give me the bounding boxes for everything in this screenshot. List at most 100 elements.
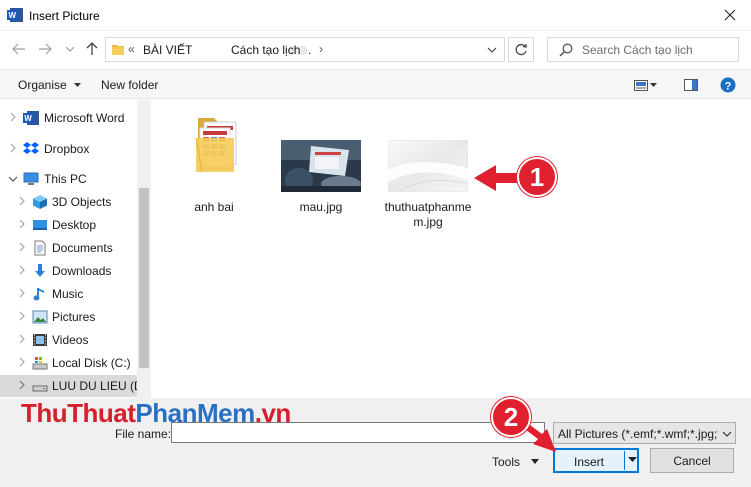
view-options-button[interactable] [648, 76, 658, 94]
command-toolbar: Organise New folder ? [0, 69, 751, 99]
preview-pane-button[interactable] [682, 76, 700, 94]
breadcrumb-dot: . [308, 43, 312, 57]
nav-item-local-disk-c[interactable]: Local Disk (C:) [0, 352, 137, 374]
refresh-icon [515, 43, 527, 55]
nav-item-documents[interactable]: Documents [0, 237, 137, 259]
callout-badge-2: 2 [491, 397, 531, 437]
refresh-button[interactable] [508, 37, 534, 62]
folder-icon [195, 118, 237, 172]
desktop-icon [33, 220, 47, 230]
file-name: thuthuatphanmem.jpg [384, 200, 472, 229]
download-icon [35, 264, 45, 277]
chevron-right-icon[interactable] [18, 334, 26, 344]
file-type-filter-value: All Pictures (*.emf;*.wmf;*.jpg;*.j [558, 427, 718, 441]
nav-item-3d-objects[interactable]: 3D Objects [0, 191, 137, 213]
chevron-right-icon[interactable] [18, 311, 26, 321]
caret-down-icon[interactable] [628, 456, 637, 464]
breadcrumb-bai-viet[interactable]: BÀI VIẾT [143, 43, 192, 57]
nav-label: Downloads [52, 264, 112, 278]
watermark-part-1: ThuThuat [21, 398, 136, 428]
chevron-down-icon [65, 46, 75, 52]
drive-icon [32, 357, 48, 370]
arrow-right-icon [39, 43, 52, 55]
videos-icon [33, 334, 47, 346]
watermark-part-2: PhanMem [135, 398, 255, 428]
3d-objects-icon [33, 195, 47, 209]
pictures-icon [32, 310, 48, 324]
search-box[interactable] [547, 37, 739, 62]
nav-item-this-pc[interactable]: This PC [0, 168, 137, 190]
new-folder-button[interactable]: New folder [101, 78, 158, 92]
file-name-label: File name: [115, 427, 172, 441]
caret-down-icon[interactable] [530, 458, 540, 466]
chevron-right-icon[interactable] [9, 112, 17, 122]
nav-label: Documents [52, 241, 113, 255]
nav-item-music[interactable]: Music [0, 283, 137, 305]
organise-label: Organise [18, 78, 67, 92]
cancel-button[interactable]: Cancel [650, 448, 734, 473]
close-icon [724, 9, 736, 21]
title-bar: W Insert Picture [0, 0, 751, 31]
chevron-right-icon[interactable] [18, 357, 26, 367]
svg-text:W: W [24, 114, 32, 123]
nav-label: Local Disk (C:) [52, 356, 131, 370]
chevron-right-icon[interactable] [9, 143, 17, 153]
address-bar[interactable]: « BÀI VIẾT . › Cách tạo lịch [105, 37, 505, 62]
nav-item-microsoft-word[interactable]: W Microsoft Word [0, 107, 137, 129]
search-input[interactable] [582, 41, 732, 59]
address-overflow[interactable]: « [128, 42, 135, 56]
folder-icon [112, 45, 124, 55]
nav-item-desktop[interactable]: Desktop [0, 214, 137, 236]
split-divider [624, 451, 625, 470]
navigation-row: « BÀI VIẾT . › Cách tạo lịch [0, 33, 751, 65]
chevron-right-icon[interactable] [18, 288, 26, 298]
scrollbar-thumb[interactable] [139, 188, 149, 368]
nav-label: LUU DU LIEU (D: [52, 379, 147, 393]
chevron-right-icon[interactable] [18, 242, 26, 252]
computer-icon [23, 172, 39, 185]
chevron-right-icon[interactable] [18, 219, 26, 229]
chevron-down-icon[interactable] [486, 44, 498, 56]
caret-down-icon [74, 83, 82, 88]
search-icon [559, 43, 573, 57]
nav-item-dropbox[interactable]: Dropbox [0, 138, 137, 160]
forward-button[interactable] [35, 39, 55, 59]
arrow-left-icon [12, 43, 25, 55]
nav-item-luu-du-lieu-d[interactable]: LUU DU LIEU (D: [0, 375, 146, 397]
file-name: mau.jpg [299, 200, 343, 214]
close-button[interactable] [712, 2, 748, 28]
breadcrumb-cach-tao-lich[interactable]: Cách tạo lịch [231, 43, 300, 57]
file-item-image[interactable]: mau.jpg [273, 140, 369, 216]
music-icon [33, 288, 44, 301]
file-item-folder[interactable]: anh bai [166, 116, 262, 216]
recent-locations-button[interactable] [60, 39, 80, 59]
svg-text:?: ? [725, 80, 732, 92]
chevron-right-icon[interactable] [18, 196, 26, 206]
chevron-down-icon[interactable] [8, 174, 18, 184]
callout-badge-1: 1 [517, 157, 557, 197]
help-button[interactable]: ? [719, 76, 737, 94]
watermark-part-3: .vn [254, 398, 292, 428]
svg-text:W: W [9, 11, 17, 20]
nav-item-videos[interactable]: Videos [0, 329, 137, 351]
navigation-scrollbar[interactable] [137, 100, 151, 398]
nav-item-pictures[interactable]: Pictures [0, 306, 137, 328]
chevron-right-icon[interactable] [18, 380, 26, 390]
nav-label: Desktop [52, 218, 97, 232]
documents-icon [34, 240, 46, 256]
breadcrumb-separator[interactable]: › [319, 42, 323, 56]
back-button[interactable] [9, 39, 29, 59]
chevron-right-icon[interactable] [18, 265, 26, 275]
tools-menu[interactable]: Tools [492, 455, 520, 469]
nav-item-downloads[interactable]: Downloads [0, 260, 137, 282]
file-type-filter[interactable]: All Pictures (*.emf;*.wmf;*.jpg;*.j [553, 422, 736, 444]
insert-button[interactable]: Insert [553, 448, 639, 473]
organise-menu[interactable]: Organise [18, 78, 82, 92]
file-item-image-selected[interactable]: thuthuatphanmem.jpg [380, 140, 476, 232]
watermark: ThuThuatPhanMem.vn [21, 398, 291, 429]
nav-label: 3D Objects [52, 195, 112, 209]
up-button[interactable] [82, 39, 102, 59]
preview-pane-icon [684, 79, 698, 91]
image-thumbnail [388, 140, 468, 192]
arrow-up-icon [86, 42, 98, 55]
